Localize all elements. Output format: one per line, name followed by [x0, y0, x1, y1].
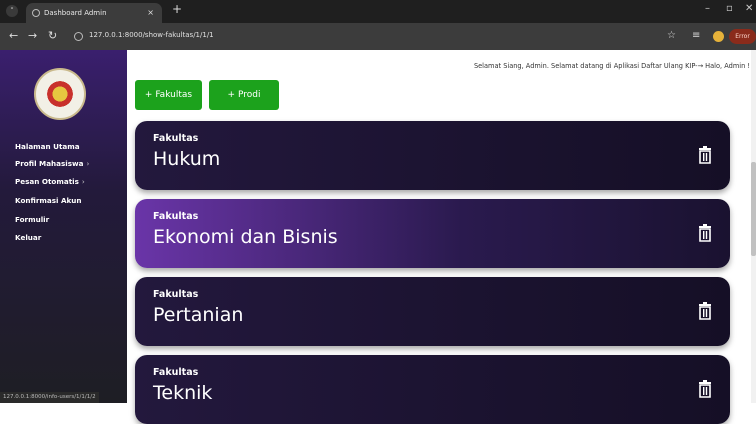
- status-bar-url: 127.0.0.1:8000/info-users/1/1/1/2: [0, 392, 99, 403]
- close-window-icon[interactable]: ✕: [745, 3, 753, 14]
- card-label: Fakultas: [153, 133, 199, 144]
- scrollbar[interactable]: [751, 50, 756, 403]
- profile-avatar[interactable]: [713, 31, 724, 42]
- bookmark-star-icon[interactable]: ☆: [667, 30, 676, 41]
- maximize-icon[interactable]: ▫: [726, 3, 733, 14]
- fakultas-card[interactable]: Fakultas Pertanian: [135, 277, 730, 346]
- forward-icon[interactable]: →: [28, 29, 37, 42]
- sidebar-item-keluar[interactable]: Keluar: [15, 233, 41, 242]
- fakultas-name: Hukum: [153, 148, 221, 170]
- scrollbar-thumb[interactable]: [751, 162, 756, 256]
- card-label: Fakultas: [153, 289, 199, 300]
- chevron-right-icon: ›: [86, 159, 90, 168]
- new-tab-button[interactable]: +: [172, 2, 182, 16]
- add-fakultas-button[interactable]: + Fakultas: [135, 80, 202, 110]
- main-content: Selamat Siang, Admin. Selamat datang di …: [127, 50, 756, 424]
- tab-search-button[interactable]: ˅: [6, 5, 18, 17]
- fakultas-card[interactable]: Fakultas Ekonomi dan Bisnis: [135, 199, 730, 268]
- fakultas-name: Ekonomi dan Bisnis: [153, 226, 338, 248]
- sidebar-item-halaman-utama[interactable]: Halaman Utama: [15, 142, 80, 151]
- tab-title: Dashboard Admin: [44, 9, 107, 17]
- university-logo: [34, 68, 86, 120]
- fakultas-name: Teknik: [153, 382, 213, 404]
- card-label: Fakultas: [153, 211, 199, 222]
- address-bar: ← → ↻ 127.0.0.1:8000/show-fakultas/1/1/1…: [0, 23, 756, 50]
- card-label: Fakultas: [153, 367, 199, 378]
- greeting-text: Selamat Siang, Admin. Selamat datang di …: [473, 62, 750, 70]
- sidebar-item-pesan-otomatis[interactable]: Pesan Otomatis ›: [15, 177, 85, 186]
- url-field[interactable]: 127.0.0.1:8000/show-fakultas/1/1/1: [89, 31, 214, 39]
- reload-icon[interactable]: ↻: [48, 29, 57, 42]
- chevron-right-icon: ›: [81, 177, 85, 186]
- trash-icon[interactable]: [698, 224, 712, 242]
- site-info-icon[interactable]: [74, 32, 83, 41]
- add-prodi-button[interactable]: + Prodi: [209, 80, 279, 110]
- sidebar-item-profil-mahasiswa[interactable]: Profil Mahasiswa ›: [15, 159, 89, 168]
- trash-icon[interactable]: [698, 302, 712, 320]
- fakultas-card[interactable]: Fakultas Teknik: [135, 355, 730, 424]
- error-badge[interactable]: Error: [729, 29, 756, 44]
- sidebar: Halaman Utama Profil Mahasiswa › Pesan Ot…: [0, 50, 127, 403]
- trash-icon[interactable]: [698, 146, 712, 164]
- browser-tab-bar: ˅ Dashboard Admin × + – ▫ ✕: [0, 0, 756, 23]
- fakultas-name: Pertanian: [153, 304, 244, 326]
- fakultas-card[interactable]: Fakultas Hukum: [135, 121, 730, 190]
- trash-icon[interactable]: [698, 380, 712, 398]
- minimize-icon[interactable]: –: [705, 3, 710, 14]
- sidebar-item-konfirmasi-akun[interactable]: Konfirmasi Akun: [15, 196, 82, 205]
- extensions-icon[interactable]: ≡: [692, 30, 700, 41]
- sidebar-item-formulir[interactable]: Formulir: [15, 215, 49, 224]
- globe-icon: [32, 9, 40, 17]
- tab-close-button[interactable]: ×: [147, 3, 154, 23]
- back-icon[interactable]: ←: [9, 29, 18, 42]
- browser-tab[interactable]: Dashboard Admin ×: [26, 3, 162, 23]
- logo-emblem-icon: [45, 79, 75, 109]
